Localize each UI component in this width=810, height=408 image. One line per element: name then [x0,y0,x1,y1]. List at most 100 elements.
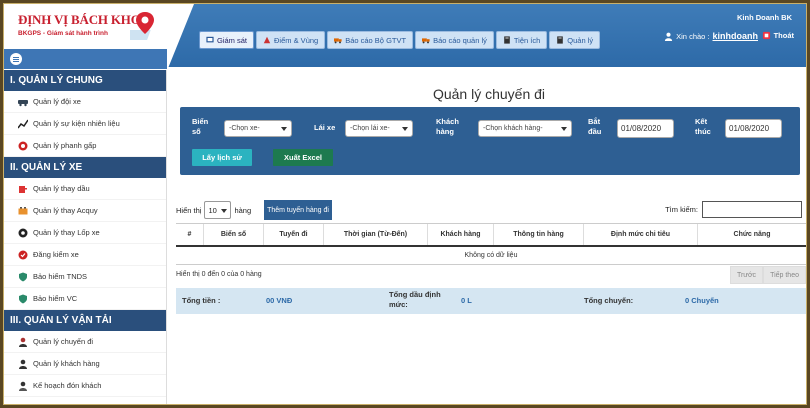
prev-page-button[interactable]: Trước [729,266,764,284]
fleet-icon [18,99,28,106]
shield-icon [19,272,27,281]
tab-diem-vung[interactable]: Điểm & Vùng [256,31,326,49]
start-date-input[interactable]: 01/08/2020 [617,119,674,138]
tire-icon [18,228,28,237]
summary-bar: Tổng tiền : 00 VNĐ Tổng dầu định mức: 0 … [176,288,806,314]
total-money-value: 00 VNĐ [266,296,293,305]
tab-quan-ly[interactable]: Quản lý [549,31,601,49]
column-header-plate[interactable]: Biển số [204,224,264,245]
chart-line-icon [18,119,28,128]
sidebar-item-label: Quản lý sự kiện nhiên liệu [33,119,120,128]
book-icon [557,36,564,44]
pagination: Trước Tiếp theo [729,266,806,284]
column-header-index[interactable]: # [176,224,204,245]
monitor-icon [206,36,214,43]
total-trips-label: Tổng chuyến: [584,296,634,305]
show-label: Hiển thị [176,205,202,215]
tab-giam-sat[interactable]: Giám sát [199,31,255,49]
sidebar-item-bao-hiem-vc[interactable]: Bảo hiểm VC [4,288,166,310]
logout-button[interactable]: Thoát [762,31,794,40]
column-header-actions[interactable]: Chức năng [698,224,806,245]
sidebar-item-quan-ly-khach-hang[interactable]: Quản lý khách hàng [4,353,166,375]
pickup-plan-icon [19,381,27,391]
get-history-button[interactable]: Lấy lịch sử [192,149,252,166]
sidebar-section-quan-ly-van-tai[interactable]: III. QUẢN LÝ VẬN TẢI [4,310,166,331]
add-route-button[interactable]: Thêm tuyến hàng đi [264,200,332,220]
sidebar-item-thay-acquy[interactable]: Quản lý thay Acquy [4,200,166,222]
sidebar-section-quan-ly-chung[interactable]: I. QUẢN LÝ CHUNG [4,70,166,91]
tab-tien-ich[interactable]: Tiện ích [495,31,548,49]
sidebar-item-label: Bảo hiểm TNDS [33,272,88,281]
next-page-button[interactable]: Tiếp theo [763,266,806,284]
total-trips-value: 0 Chuyến [685,296,719,305]
user-greeting: Xin chào : kinhdoanh [664,31,758,41]
sidebar-item-label: Quản lý khách hàng [33,359,100,368]
sidebar-item-label: Kế hoạch đón khách [33,381,102,390]
brand-logo[interactable]: ĐỊNH VỊ BÁCH KHOA BKGPS - Giám sát hành … [12,10,162,50]
table-header: # Biển số Tuyến đi Thời gian (Từ-Đến) Kh… [176,223,806,247]
vehicle-select[interactable]: -Chọn xe- [224,120,292,137]
tab-label: Quản lý [567,35,594,45]
battery-icon [18,206,28,214]
sidebar-item-label: Quản lý thay Lốp xe [33,228,100,237]
oil-can-icon [19,185,27,193]
sidebar-item-quan-ly-doi-xe[interactable]: Quản lý đội xe [4,91,166,113]
driver-select[interactable]: -Chọn lái xe- [345,120,413,137]
menu-icon[interactable] [10,53,22,65]
sidebar-item-label: Quản lý chuyến đi [33,337,94,346]
tab-label: Báo cáo quản lý [433,35,487,45]
sidebar-item-label: Đăng kiểm xe [33,250,79,259]
sidebar-item-thay-dau[interactable]: Quản lý thay dầu [4,178,166,200]
sidebar-item-label: Bảo hiểm VC [33,294,78,303]
driver-label: Lái xe [314,123,336,132]
page-size-control: Hiển thị 10 hàng [176,201,251,219]
column-header-route[interactable]: Tuyến đi [264,224,324,245]
column-header-customer[interactable]: Khách hàng [428,224,494,245]
route-icon [263,36,271,44]
column-header-spending-limit[interactable]: Định mức chi tiêu [584,224,698,245]
sidebar-item-phanh-gap[interactable]: Quản lý phanh gấp [4,135,166,157]
sidebar-item-dang-kiem-xe[interactable]: Đăng kiểm xe [4,244,166,266]
tab-bao-cao-gtvt[interactable]: Báo cáo Bộ GTVT [327,31,414,49]
book-icon [504,36,510,44]
end-date-input[interactable]: 01/08/2020 [725,119,782,138]
page-title: Quản lý chuyến đi [432,86,546,102]
sidebar: I. QUẢN LÝ CHUNG Quản lý đội xe Quản lý … [4,70,167,404]
column-header-time[interactable]: Thời gian (Từ-Đến) [324,224,428,245]
empty-table-message: Không có dữ liệu [176,247,806,265]
user-icon [665,32,673,41]
username-link[interactable]: kinhdoanh [713,31,759,41]
column-header-goods-info[interactable]: Thông tin hàng [494,224,584,245]
end-date-label: Kết thúc [695,117,711,136]
map-pin-icon [130,12,154,40]
sidebar-item-label: Quản lý thay dầu [33,184,90,193]
sidebar-item-ke-hoach-don-khach[interactable]: Kế hoạch đón khách [4,375,166,397]
app-window: ĐỊNH VỊ BÁCH KHOA BKGPS - Giám sát hành … [3,3,807,405]
tab-label: Tiện ích [513,35,541,45]
total-oil-label: Tổng dầu định mức: [389,290,441,309]
trips-table: # Biển số Tuyến đi Thời gian (Từ-Đến) Kh… [176,223,806,265]
sidebar-item-su-kien-nhien-lieu[interactable]: Quản lý sự kiện nhiên liệu [4,113,166,135]
main-nav: Giám sát Điểm & Vùng Báo cáo Bộ GTVT Báo… [199,31,601,49]
brand-subtitle: BKGPS - Giám sát hành trình [18,30,108,37]
tab-label: Giám sát [217,35,248,45]
total-oil-value: 0 L [461,296,472,305]
driver-icon [19,337,27,347]
sidebar-item-thay-lop-xe[interactable]: Quản lý thay Lốp xe [4,222,166,244]
page-size-select[interactable]: 10 [204,201,232,219]
tab-bao-cao-quan-ly[interactable]: Báo cáo quản lý [415,31,494,49]
sidebar-item-label: Quản lý phanh gấp [33,141,97,150]
sidebar-item-quan-ly-chuyen-di[interactable]: Quản lý chuyến đi [4,331,166,353]
tab-label: Điểm & Vùng [274,35,319,45]
customer-label: Khách hàng [436,117,459,136]
truck-icon [422,38,430,44]
sidebar-item-bao-hiem-tnds[interactable]: Bảo hiểm TNDS [4,266,166,288]
search-input[interactable] [702,201,802,218]
customer-select[interactable]: -Chọn khách hàng- [478,120,572,137]
truck-icon [334,38,342,44]
logout-icon [762,31,770,40]
start-date-label: Bắt đầu [588,117,602,136]
search-control: Tìm kiếm: [665,201,802,218]
export-excel-button[interactable]: Xuất Excel [273,149,333,166]
sidebar-section-quan-ly-xe[interactable]: II. QUẢN LÝ XE [4,157,166,178]
